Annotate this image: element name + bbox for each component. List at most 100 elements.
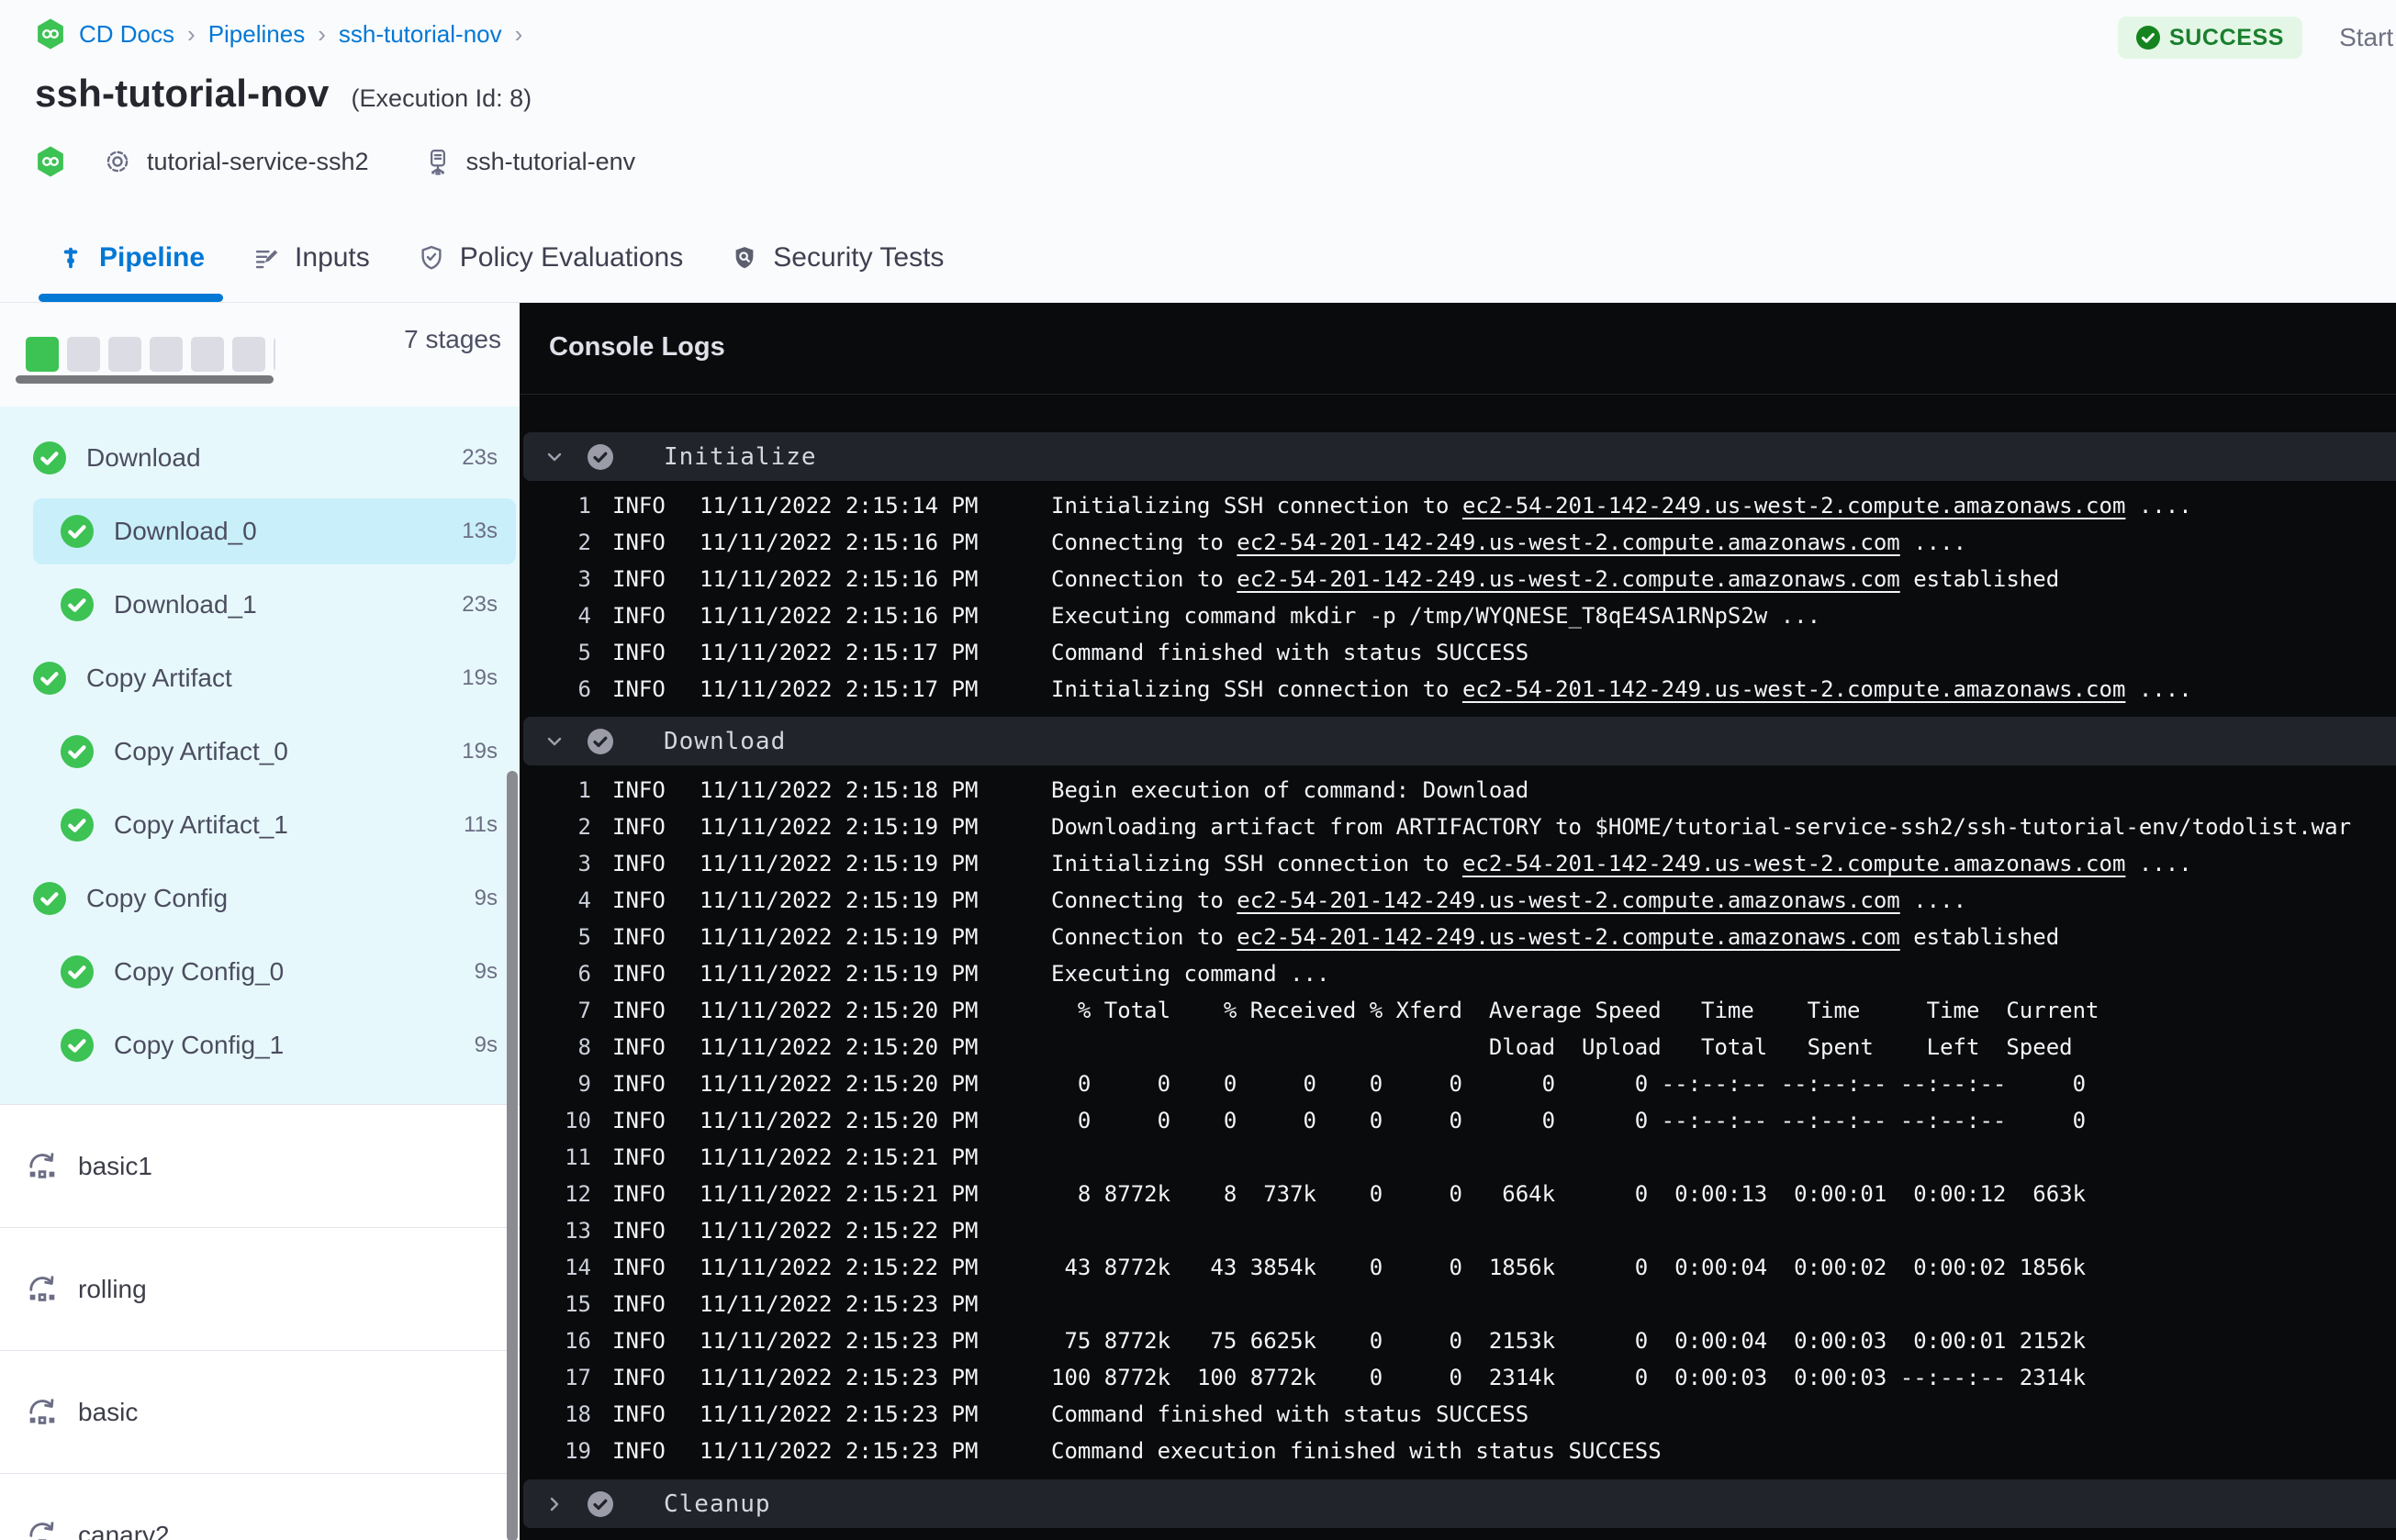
chevron-down-icon[interactable] (545, 448, 564, 466)
breadcrumb-link-cd-docs[interactable]: CD Docs (79, 20, 174, 49)
policy-shield-icon (418, 244, 445, 272)
tab-security-tests[interactable]: Security Tests (707, 214, 968, 302)
log-text: Connecting to (1051, 530, 1237, 555)
stage-duration: 9s (474, 886, 498, 910)
log-section-header-download[interactable]: Download (523, 717, 2396, 765)
log-timestamp: 11/11/2022 2:15:21 PM (700, 1144, 979, 1170)
log-text: Executing command mkdir -p /tmp/WYQNESE_… (1051, 603, 1821, 629)
stage-row-copy-artifact-0[interactable]: Copy Artifact_0 19s (0, 715, 520, 788)
cd-module-icon (35, 146, 66, 177)
log-line: 3 INFO 11/11/2022 2:15:19 PM Initializing S… (520, 845, 2396, 882)
log-text: established (1899, 566, 2060, 592)
log-timestamp: 11/11/2022 2:15:17 PM (700, 676, 979, 702)
log-text: % Total % Received % Xferd Average Speed… (1051, 998, 2099, 1023)
environment-name[interactable]: ssh-tutorial-env (466, 148, 636, 176)
success-check-icon (61, 955, 94, 988)
host-link[interactable]: ec2-54-201-142-249.us-west-2.compute.ama… (1237, 530, 1899, 555)
host-link[interactable]: ec2-54-201-142-249.us-west-2.compute.ama… (1462, 851, 2125, 876)
tab-pipeline[interactable]: Pipeline (33, 214, 229, 302)
host-link[interactable]: ec2-54-201-142-249.us-west-2.compute.ama… (1237, 566, 1899, 592)
log-timestamp: 11/11/2022 2:15:21 PM (700, 1181, 979, 1207)
log-timestamp: 11/11/2022 2:15:20 PM (700, 998, 979, 1023)
host-link[interactable]: ec2-54-201-142-249.us-west-2.compute.ama… (1237, 887, 1899, 913)
log-timestamp: 11/11/2022 2:15:17 PM (700, 640, 979, 665)
stage-row-copy-artifact[interactable]: Copy Artifact 19s (0, 642, 520, 715)
log-text: .... (2125, 493, 2192, 519)
stage-label: Copy Config_0 (114, 957, 285, 986)
log-timestamp: 11/11/2022 2:15:23 PM (700, 1365, 979, 1390)
log-line: 9 INFO 11/11/2022 2:15:20 PM 0 0 0 0 0 0 0… (520, 1066, 2396, 1102)
vertical-scrollbar[interactable] (507, 771, 518, 1540)
tab-policy-evaluations[interactable]: Policy Evaluations (394, 214, 707, 302)
stage-row-download-0[interactable]: Download_0 13s (33, 498, 516, 564)
execution-id: (Execution Id: 8) (351, 84, 532, 112)
log-line-number: 3 (577, 851, 591, 876)
stage-row-copy-config-0[interactable]: Copy Config_0 9s (0, 935, 520, 1009)
content-area: 7 stages Download 23s Download_0 13s Downloa… (0, 303, 2396, 1540)
log-line-number: 19 (565, 1438, 591, 1464)
stage-row-copy-config-1[interactable]: Copy Config_1 9s (0, 1009, 520, 1082)
log-message: 0 0 0 0 0 0 0 0 --:--:-- --:--:-- --:--:… (1051, 1071, 2086, 1097)
log-text: Connecting to (1051, 887, 1237, 913)
tab-inputs[interactable]: Inputs (229, 214, 394, 302)
stage-label: Copy Artifact_0 (114, 737, 288, 765)
stage-row-download-1[interactable]: Download_1 23s (0, 568, 520, 642)
log-text: .... (1899, 530, 1967, 555)
log-message: Begin execution of command: Download (1051, 777, 1528, 803)
status-label: SUCCESS (2169, 24, 2285, 50)
horizontal-scrollbar[interactable] (16, 375, 274, 384)
strategy-row-canary2[interactable]: canary2 (0, 1473, 520, 1540)
log-lines-initialize: 1 INFO 11/11/2022 2:15:14 PM Initializing S… (520, 481, 2396, 708)
stage-label: Copy Artifact_1 (114, 810, 288, 839)
host-link[interactable]: ec2-54-201-142-249.us-west-2.compute.ama… (1462, 676, 2125, 702)
log-level: INFO (612, 1144, 666, 1170)
log-timestamp: 11/11/2022 2:15:20 PM (700, 1108, 979, 1133)
stage-duration: 9s (474, 1032, 498, 1057)
log-line-number: 1 (577, 777, 591, 803)
breadcrumb-link-pipelines[interactable]: Pipelines (208, 20, 306, 49)
log-line: 18 INFO 11/11/2022 2:15:23 PM Command finis… (520, 1396, 2396, 1433)
log-level: INFO (612, 814, 666, 840)
log-message: Executing command mkdir -p /tmp/WYQNESE_… (1051, 603, 1820, 629)
log-message: Downloading artifact from ARTIFACTORY to… (1051, 814, 2351, 840)
log-level: INFO (612, 1438, 666, 1464)
strategy-row-basic[interactable]: basic (0, 1350, 520, 1473)
chevron-down-icon[interactable] (545, 732, 564, 751)
log-line: 10 INFO 11/11/2022 2:15:20 PM 0 0 0 0 0 0 … (520, 1102, 2396, 1139)
log-timestamp: 11/11/2022 2:15:19 PM (700, 814, 979, 840)
host-link[interactable]: ec2-54-201-142-249.us-west-2.compute.ama… (1462, 493, 2125, 519)
stage-row-copy-artifact-1[interactable]: Copy Artifact_1 11s (0, 788, 520, 862)
log-line: 5 INFO 11/11/2022 2:15:17 PM Command finish… (520, 634, 2396, 671)
page-title: ssh-tutorial-nov (35, 72, 330, 115)
log-level: INFO (612, 1291, 666, 1317)
stage-duration: 23s (462, 445, 498, 470)
log-line-number: 17 (565, 1365, 591, 1390)
log-message: Connection to ec2-54-201-142-249.us-west… (1051, 566, 2059, 592)
log-message: Dload Upload Total Spent Left Speed (1051, 1034, 2073, 1060)
execution-page: CD Docs › Pipelines › ssh-tutorial-nov ›… (0, 0, 2396, 1540)
log-line: 13 INFO 11/11/2022 2:15:22 PM (520, 1212, 2396, 1249)
stage-count: 7 stages (404, 325, 501, 353)
service-name[interactable]: tutorial-service-ssh2 (147, 148, 369, 176)
stage-row-copy-config[interactable]: Copy Config 9s (0, 862, 520, 935)
breadcrumb-link-pipeline-name[interactable]: ssh-tutorial-nov (339, 20, 502, 49)
log-section-header-initialize[interactable]: Initialize (523, 432, 2396, 481)
stage-duration: 13s (462, 519, 498, 543)
log-section-header-cleanup[interactable]: Cleanup (523, 1479, 2396, 1528)
host-link[interactable]: ec2-54-201-142-249.us-west-2.compute.ama… (1237, 924, 1899, 950)
stage-row-download[interactable]: Download 23s (0, 421, 520, 495)
log-line-number: 4 (577, 887, 591, 913)
log-level: INFO (612, 1255, 666, 1280)
step-success-icon (588, 443, 613, 470)
log-line-number: 3 (577, 566, 591, 592)
strategy-row-rolling[interactable]: rolling (0, 1227, 520, 1350)
log-message: Executing command ... (1051, 961, 1329, 987)
stage-label: Download_0 (114, 517, 257, 545)
chevron-right-icon[interactable] (545, 1495, 564, 1513)
strategy-row-basic1[interactable]: basic1 (0, 1104, 520, 1227)
service-gear-icon (103, 147, 132, 176)
log-timestamp: 11/11/2022 2:15:19 PM (700, 887, 979, 913)
title-row: ssh-tutorial-nov (Execution Id: 8) (35, 72, 532, 116)
cd-module-icon (35, 18, 66, 50)
